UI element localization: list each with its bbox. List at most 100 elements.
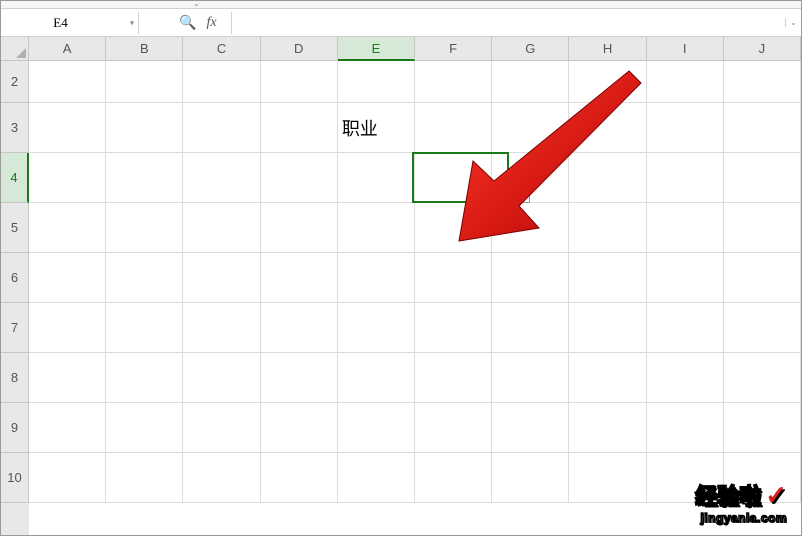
cell-G10[interactable] bbox=[492, 453, 569, 503]
cell-C2[interactable] bbox=[183, 61, 260, 103]
name-box-input[interactable] bbox=[1, 12, 138, 34]
cell-H10[interactable] bbox=[569, 453, 646, 503]
col-header-J[interactable]: J bbox=[724, 37, 801, 61]
row-header-4[interactable]: 4 bbox=[1, 153, 29, 203]
cell-H8[interactable] bbox=[569, 353, 646, 403]
cell-H4[interactable] bbox=[569, 153, 646, 203]
cell-C5[interactable] bbox=[183, 203, 260, 253]
cell-G5[interactable] bbox=[492, 203, 569, 253]
cell-B9[interactable] bbox=[106, 403, 183, 453]
cell-F9[interactable] bbox=[415, 403, 492, 453]
cell-D8[interactable] bbox=[261, 353, 338, 403]
row-header-6[interactable]: 6 bbox=[1, 253, 29, 303]
col-header-H[interactable]: H bbox=[569, 37, 646, 61]
cell-F5[interactable] bbox=[415, 203, 492, 253]
cell-F10[interactable] bbox=[415, 453, 492, 503]
cell-G9[interactable] bbox=[492, 403, 569, 453]
col-header-A[interactable]: A bbox=[29, 37, 106, 61]
cell-E10[interactable] bbox=[338, 453, 415, 503]
cell-B10[interactable] bbox=[106, 453, 183, 503]
cell-I5[interactable] bbox=[647, 203, 724, 253]
cell-G6[interactable] bbox=[492, 253, 569, 303]
row-header-2[interactable]: 2 bbox=[1, 61, 29, 103]
col-header-E[interactable]: E bbox=[338, 37, 415, 61]
cell-I4[interactable] bbox=[647, 153, 724, 203]
formula-input[interactable] bbox=[231, 12, 785, 34]
row-header-8[interactable]: 8 bbox=[1, 353, 29, 403]
cell-C6[interactable] bbox=[183, 253, 260, 303]
row-header-3[interactable]: 3 bbox=[1, 103, 29, 153]
row-header-7[interactable]: 7 bbox=[1, 303, 29, 353]
cell-J7[interactable] bbox=[724, 303, 801, 353]
cell-J3[interactable] bbox=[724, 103, 801, 153]
row-header-9[interactable]: 9 bbox=[1, 403, 29, 453]
cell-B5[interactable] bbox=[106, 203, 183, 253]
cell-D10[interactable] bbox=[261, 453, 338, 503]
chevron-down-icon[interactable]: ▾ bbox=[130, 18, 134, 27]
cell-H5[interactable] bbox=[569, 203, 646, 253]
cell-F7[interactable] bbox=[415, 303, 492, 353]
cell-G4[interactable] bbox=[492, 153, 569, 203]
cell-D4[interactable] bbox=[261, 153, 338, 203]
cell-J6[interactable] bbox=[724, 253, 801, 303]
name-box[interactable]: ▾ bbox=[1, 12, 139, 34]
cell-E7[interactable] bbox=[338, 303, 415, 353]
cell-F3[interactable] bbox=[415, 103, 492, 153]
cell-I2[interactable] bbox=[647, 61, 724, 103]
cell-I3[interactable] bbox=[647, 103, 724, 153]
cell-A7[interactable] bbox=[29, 303, 106, 353]
cell-A10[interactable] bbox=[29, 453, 106, 503]
cell-C4[interactable] bbox=[183, 153, 260, 203]
cell-I9[interactable] bbox=[647, 403, 724, 453]
cell-D7[interactable] bbox=[261, 303, 338, 353]
cell-I6[interactable] bbox=[647, 253, 724, 303]
cell-E5[interactable] bbox=[338, 203, 415, 253]
cell-J2[interactable] bbox=[724, 61, 801, 103]
cell-E9[interactable] bbox=[338, 403, 415, 453]
toolbar-dropdown-icon[interactable]: ⌄ bbox=[193, 0, 203, 9]
cell-B3[interactable] bbox=[106, 103, 183, 153]
cell-F4[interactable] bbox=[415, 153, 492, 203]
cell-B8[interactable] bbox=[106, 353, 183, 403]
cell-E6[interactable] bbox=[338, 253, 415, 303]
cell-G8[interactable] bbox=[492, 353, 569, 403]
cell-C7[interactable] bbox=[183, 303, 260, 353]
data-validation-dropdown-icon[interactable] bbox=[512, 185, 530, 203]
formula-expand-icon[interactable]: ⌄ bbox=[785, 18, 801, 27]
cell-D2[interactable] bbox=[261, 61, 338, 103]
cell-I7[interactable] bbox=[647, 303, 724, 353]
cell-A3[interactable] bbox=[29, 103, 106, 153]
cell-B6[interactable] bbox=[106, 253, 183, 303]
cell-I8[interactable] bbox=[647, 353, 724, 403]
cell-C8[interactable] bbox=[183, 353, 260, 403]
cell-H3[interactable] bbox=[569, 103, 646, 153]
row-header-5[interactable]: 5 bbox=[1, 203, 29, 253]
zoom-icon[interactable]: 🔍 bbox=[179, 14, 196, 31]
fx-label[interactable]: fx bbox=[206, 15, 216, 31]
col-header-F[interactable]: F bbox=[415, 37, 492, 61]
cell-H6[interactable] bbox=[569, 253, 646, 303]
cell-F2[interactable] bbox=[415, 61, 492, 103]
cell-J8[interactable] bbox=[724, 353, 801, 403]
cell-H9[interactable] bbox=[569, 403, 646, 453]
cell-A9[interactable] bbox=[29, 403, 106, 453]
cell-H7[interactable] bbox=[569, 303, 646, 353]
cell-E8[interactable] bbox=[338, 353, 415, 403]
cell-A2[interactable] bbox=[29, 61, 106, 103]
cell-J4[interactable] bbox=[724, 153, 801, 203]
cell-A5[interactable] bbox=[29, 203, 106, 253]
cell-D9[interactable] bbox=[261, 403, 338, 453]
cell-A8[interactable] bbox=[29, 353, 106, 403]
cell-G2[interactable] bbox=[492, 61, 569, 103]
cell-B7[interactable] bbox=[106, 303, 183, 353]
cell-F8[interactable] bbox=[415, 353, 492, 403]
cell-J9[interactable] bbox=[724, 403, 801, 453]
cell-D5[interactable] bbox=[261, 203, 338, 253]
col-header-G[interactable]: G bbox=[492, 37, 569, 61]
row-header-10[interactable]: 10 bbox=[1, 453, 29, 503]
col-header-C[interactable]: C bbox=[183, 37, 260, 61]
cell-I10[interactable] bbox=[647, 453, 724, 503]
cell-G7[interactable] bbox=[492, 303, 569, 353]
cell-C3[interactable] bbox=[183, 103, 260, 153]
cell-H2[interactable] bbox=[569, 61, 646, 103]
